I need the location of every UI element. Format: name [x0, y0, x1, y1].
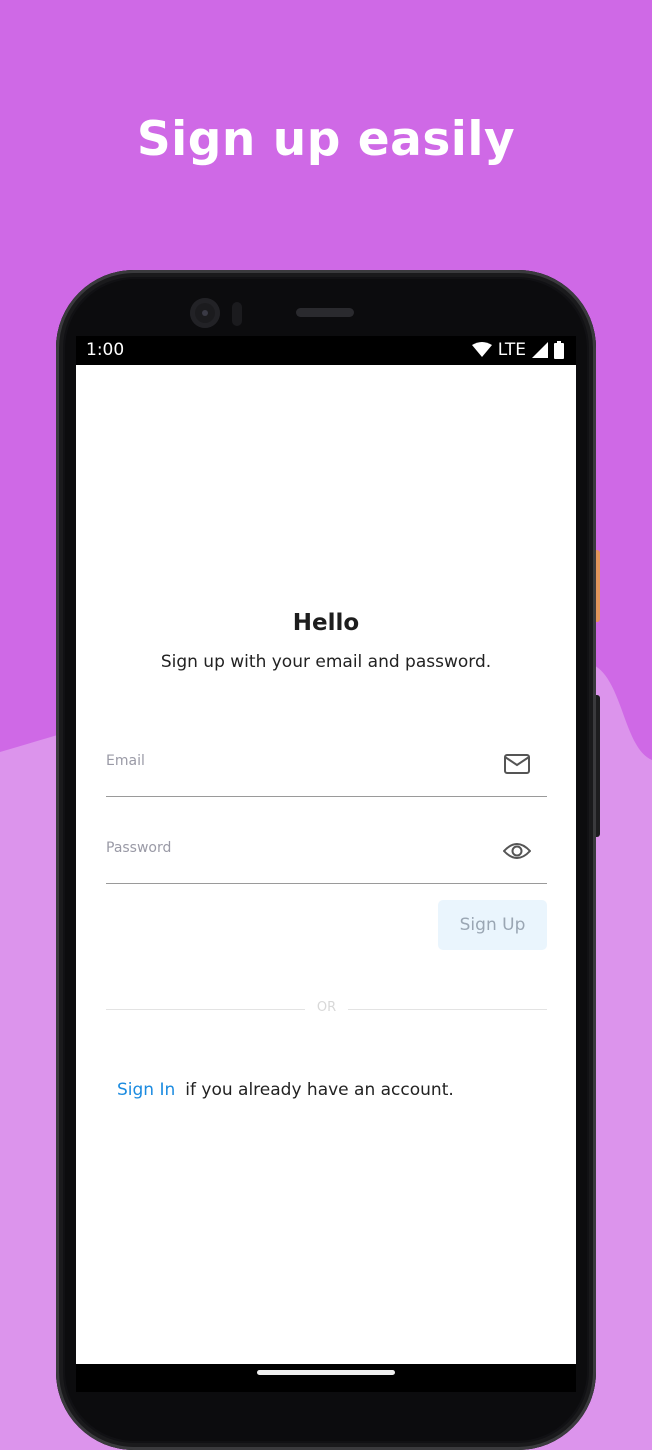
status-time: 1:00: [86, 340, 125, 360]
promo-headline: Sign up easily: [136, 112, 516, 167]
sign-in-link[interactable]: Sign In: [117, 1080, 175, 1100]
phone-screen: 1:00 LTE Hello Sign up with your email a…: [76, 336, 576, 1392]
mail-icon: [504, 754, 530, 774]
page-subtitle: Sign up with your email and password.: [160, 652, 492, 672]
sign-in-hint: if you already have an account.: [185, 1080, 454, 1100]
divider-line-right: [348, 1009, 547, 1010]
page-title: Hello: [292, 610, 360, 636]
password-input[interactable]: [106, 823, 486, 881]
email-field[interactable]: Email: [106, 736, 547, 797]
sign-up-button[interactable]: Sign Up: [438, 900, 547, 950]
network-type: LTE: [497, 340, 526, 360]
sign-in-row: Sign In if you already have an account.: [117, 1080, 454, 1100]
earpiece-speaker: [296, 308, 354, 317]
divider-line-left: [106, 1009, 305, 1010]
eye-icon[interactable]: [503, 839, 531, 863]
proximity-sensor: [232, 302, 242, 326]
password-field[interactable]: Password: [106, 823, 547, 884]
wifi-icon: [471, 342, 492, 357]
home-indicator[interactable]: [257, 1370, 395, 1375]
divider-text: OR: [316, 1000, 337, 1015]
front-camera: [190, 298, 220, 328]
cell-signal-icon: [532, 342, 548, 358]
navigation-bar: [76, 1364, 576, 1392]
status-bar: 1:00 LTE: [76, 336, 576, 365]
or-divider: OR: [106, 1000, 547, 1018]
email-input[interactable]: [106, 736, 486, 794]
battery-icon: [554, 341, 564, 359]
